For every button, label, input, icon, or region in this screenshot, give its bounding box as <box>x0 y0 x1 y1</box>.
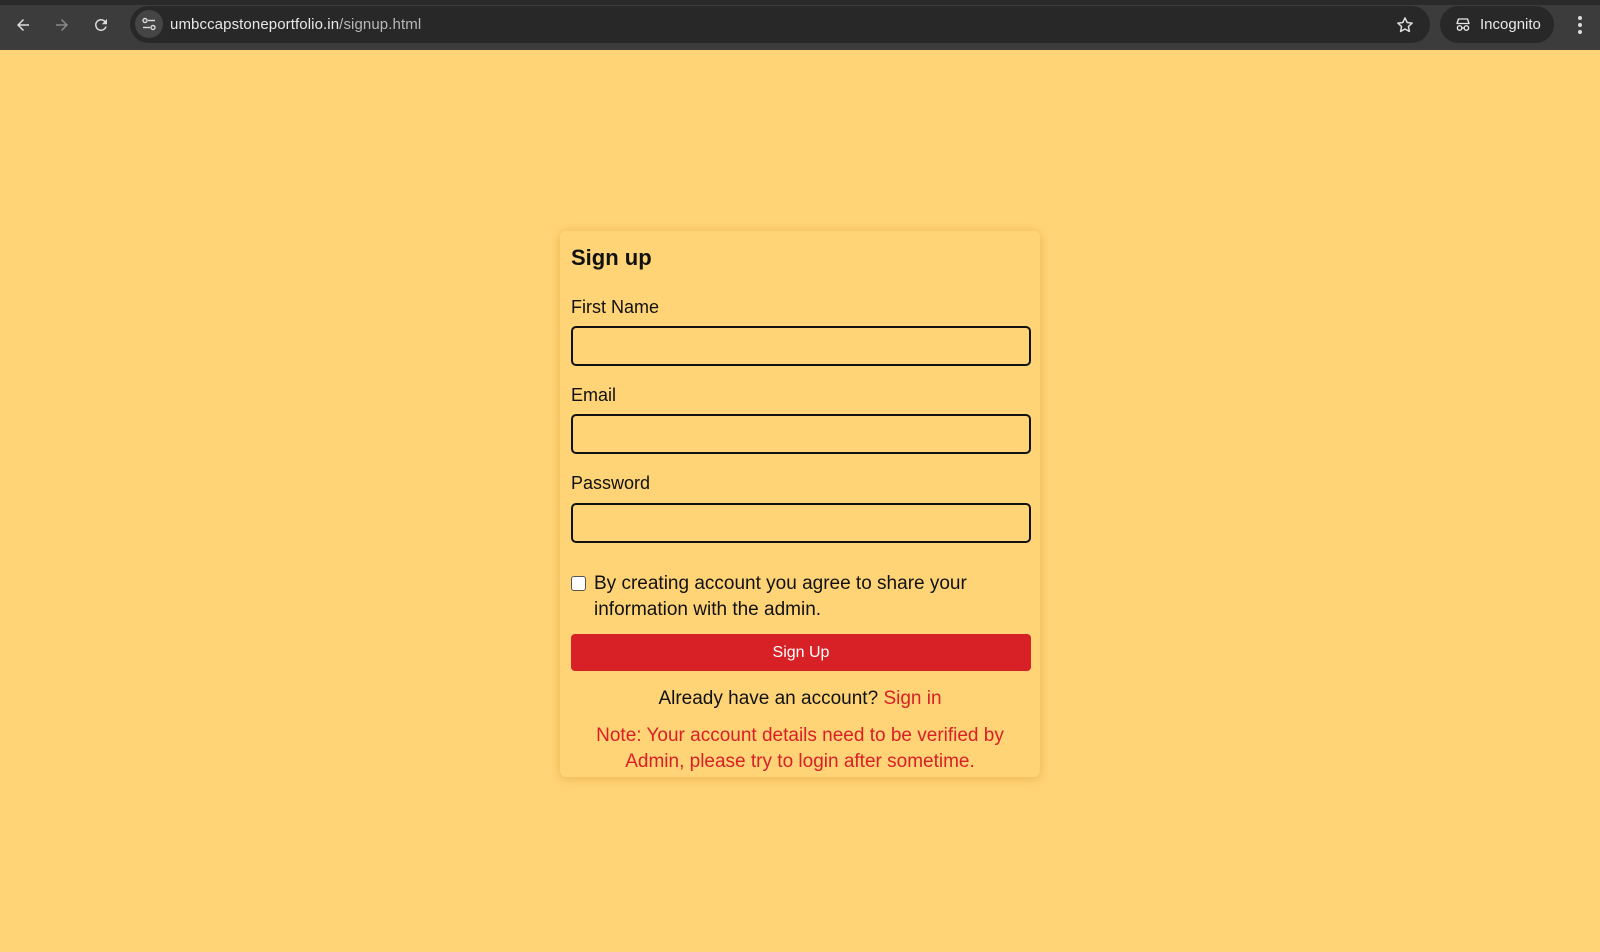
site-info-icon <box>142 17 156 31</box>
url-host: umbccapstoneportfolio.in <box>170 16 340 33</box>
site-info-button[interactable] <box>135 10 163 38</box>
first-name-label: First Name <box>571 297 660 317</box>
verification-note: Note: Your account details need to be ve… <box>596 725 1004 772</box>
star-icon <box>1397 17 1413 33</box>
password-field[interactable] <box>571 503 1031 543</box>
email-field[interactable] <box>571 414 1031 454</box>
already-text: Already have an account? <box>658 688 879 709</box>
forward-button[interactable] <box>48 11 76 39</box>
sign-up-button[interactable]: Sign Up <box>571 634 1031 671</box>
sign-in-link[interactable]: Sign in <box>883 688 941 709</box>
more-vert-icon <box>1578 16 1582 34</box>
browser-menu-button[interactable] <box>1568 12 1592 38</box>
browser-toolbar: umbccapstoneportfolio.in/signup.html Inc… <box>0 0 1600 50</box>
incognito-icon <box>1456 17 1470 31</box>
already-have-account: Already have an account? Sign in <box>560 688 1040 710</box>
page-title: Sign up <box>571 245 652 270</box>
back-button[interactable] <box>9 11 37 39</box>
agree-checkbox[interactable] <box>571 576 586 591</box>
bookmark-button[interactable] <box>1394 14 1416 36</box>
url-text: umbccapstoneportfolio.in/signup.html <box>170 16 421 33</box>
address-bar[interactable]: umbccapstoneportfolio.in/signup.html <box>130 6 1430 43</box>
agree-text: By creating account you agree to share y… <box>594 573 967 620</box>
first-name-field[interactable] <box>571 326 1031 366</box>
password-label: Password <box>571 473 651 493</box>
url-path: /signup.html <box>339 16 422 33</box>
back-arrow-icon <box>17 19 29 31</box>
forward-arrow-icon <box>56 19 68 31</box>
email-label: Email <box>571 385 617 405</box>
signup-card: Sign up First Name Email Password By cre… <box>560 231 1040 777</box>
incognito-label: Incognito <box>1480 16 1541 33</box>
tab-strip-edge <box>0 0 1600 5</box>
reload-icon <box>94 18 107 31</box>
incognito-indicator[interactable]: Incognito <box>1440 6 1554 43</box>
reload-button[interactable] <box>87 11 115 39</box>
